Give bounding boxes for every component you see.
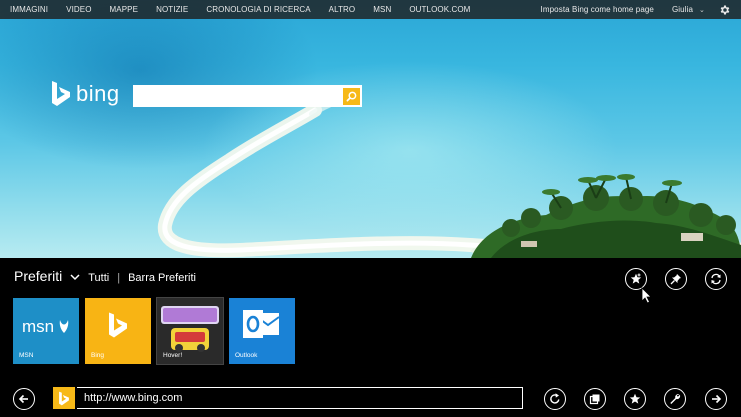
nav-search-history[interactable]: CRONOLOGIA DI RICERCA: [197, 5, 319, 14]
search-input[interactable]: [133, 85, 340, 107]
bing-wordmark: bing: [76, 80, 120, 106]
set-homepage-link[interactable]: Imposta Bing come home page: [541, 5, 672, 14]
refresh-icon: [550, 393, 560, 404]
pin-icon: [670, 274, 681, 285]
tools-icon: [670, 394, 681, 404]
address-bar: [53, 387, 523, 409]
add-favorite-icon: [630, 273, 642, 284]
bing-b-icon: [52, 81, 70, 106]
tabs-icon: [589, 394, 600, 405]
msn-logo-icon: msn: [22, 317, 69, 336]
bing-logo: bing: [50, 80, 120, 107]
favorites-button[interactable]: [624, 388, 646, 410]
url-input[interactable]: [77, 387, 523, 409]
nav-maps[interactable]: MAPPE: [101, 5, 148, 14]
palm-island: [471, 174, 741, 258]
refresh-button[interactable]: [544, 388, 566, 410]
user-name[interactable]: Giulia: [672, 5, 699, 14]
forward-button[interactable]: [705, 388, 727, 410]
filter-favorites-bar[interactable]: Barra Preferiti: [128, 272, 196, 284]
filter-all[interactable]: Tutti: [88, 272, 109, 284]
nav-outlook[interactable]: OUTLOOK.COM: [400, 5, 479, 14]
favorites-icon: [629, 393, 641, 404]
tile-bing[interactable]: Bing: [85, 298, 151, 364]
tile-label: Bing: [91, 352, 105, 359]
user-menu-chevron-icon[interactable]: ⌄: [699, 6, 719, 14]
chevron-down-icon[interactable]: [70, 273, 80, 281]
mouse-cursor-icon: [641, 287, 652, 304]
search-button-face: [342, 87, 360, 105]
nav-news[interactable]: NOTIZIE: [147, 5, 197, 14]
favorites-tiles: msn MSN Bing Hover! Outlook: [13, 297, 295, 365]
bing-b-icon: [109, 312, 127, 338]
search-button[interactable]: [340, 85, 362, 107]
outlook-logo-icon: [243, 310, 280, 338]
tabs-button[interactable]: [584, 388, 606, 410]
svg-text:msn: msn: [22, 317, 54, 336]
search-icon: [346, 91, 356, 101]
filter-separator: |: [117, 272, 121, 284]
tile-label: Hover!: [163, 352, 183, 359]
tile-label: Outlook: [235, 352, 258, 359]
sync-icon: [711, 273, 721, 285]
tile-hover[interactable]: Hover!: [156, 297, 224, 365]
tools-button[interactable]: [664, 388, 686, 410]
nav-more[interactable]: ALTRO: [320, 5, 365, 14]
sync-button[interactable]: [705, 268, 727, 290]
tile-msn[interactable]: msn MSN: [13, 298, 79, 364]
nav-msn[interactable]: MSN: [364, 5, 400, 14]
nav-images[interactable]: IMMAGINI: [0, 5, 57, 14]
bing-b-icon: [59, 391, 69, 405]
top-navigation-bar: IMMAGINI VIDEO MAPPE NOTIZIE CRONOLOGIA …: [0, 0, 741, 19]
back-icon: [18, 394, 28, 404]
pin-button[interactable]: [665, 268, 687, 290]
favorites-header: Preferiti Tutti | Barra Preferiti: [14, 268, 196, 284]
tile-label: MSN: [19, 352, 34, 359]
forward-icon: [712, 394, 722, 404]
gear-icon[interactable]: [719, 4, 731, 16]
tile-outlook[interactable]: Outlook: [229, 298, 295, 364]
nav-video[interactable]: VIDEO: [57, 5, 100, 14]
bing-page: IMMAGINI VIDEO MAPPE NOTIZIE CRONOLOGIA …: [0, 0, 741, 258]
site-favicon: [53, 387, 75, 409]
back-button[interactable]: [13, 388, 35, 410]
favorites-title: Preferiti: [14, 268, 63, 284]
